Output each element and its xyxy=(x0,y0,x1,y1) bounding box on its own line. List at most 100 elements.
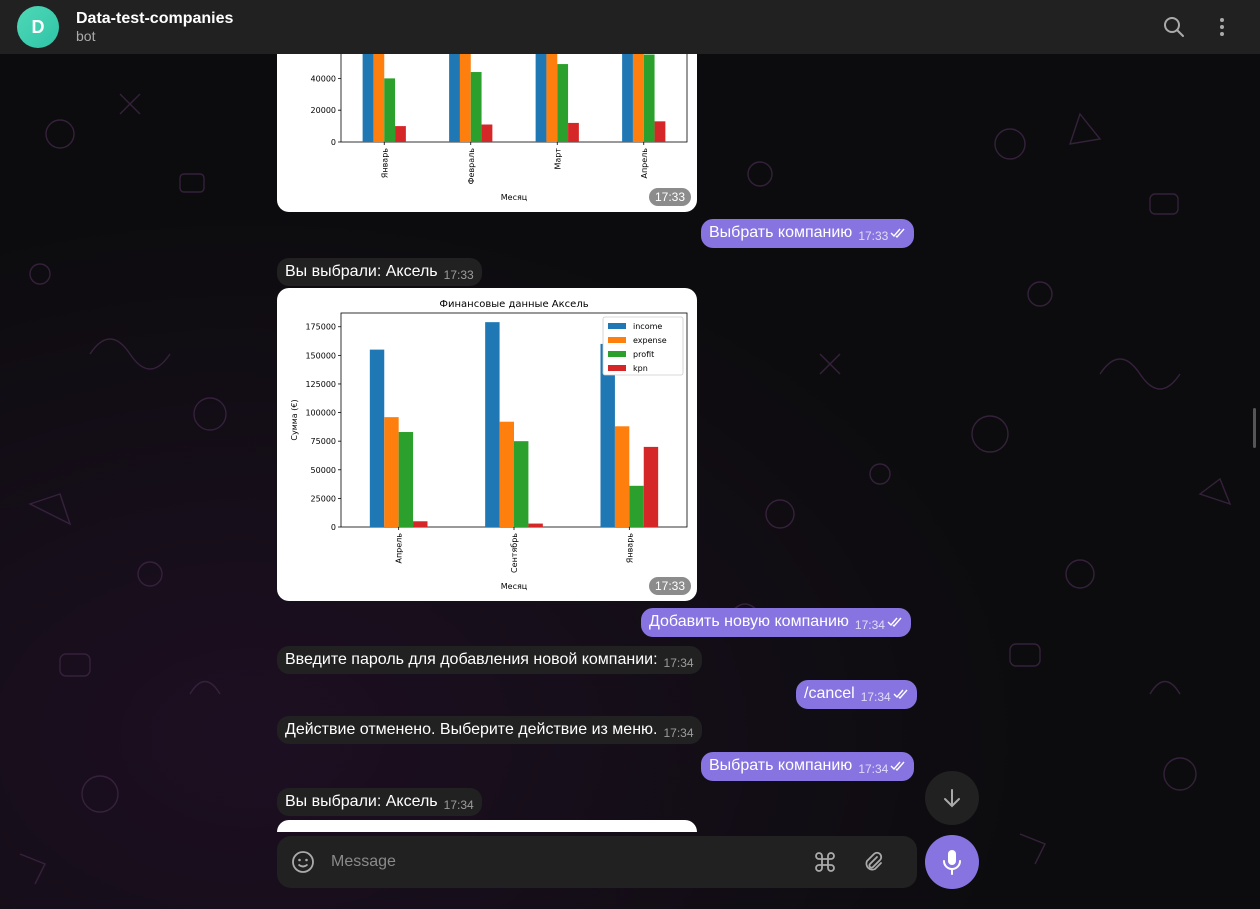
incoming-message[interactable]: Действие отменено. Выберите действие из … xyxy=(277,716,702,744)
message-time: 17:34 xyxy=(854,618,885,632)
bar-profit xyxy=(629,485,644,527)
message-composer xyxy=(277,836,917,888)
outgoing-message[interactable]: Выбрать компанию 17:33 xyxy=(701,219,915,248)
more-vertical-icon[interactable] xyxy=(1208,13,1236,41)
incoming-message[interactable]: Вы выбрали: Аксель 17:34 xyxy=(277,788,482,816)
legend-label-expense: expense xyxy=(633,336,667,345)
message-text: /cancel xyxy=(804,685,855,702)
bar-kpn xyxy=(643,446,659,527)
legend-swatch-income xyxy=(608,323,626,329)
message-time: 17:34 xyxy=(860,690,891,704)
bar-profit xyxy=(470,72,482,142)
command-icon[interactable] xyxy=(811,848,839,876)
message-time: 17:34 xyxy=(858,762,889,776)
attach-icon[interactable] xyxy=(859,848,887,876)
y-tick-label: 20000 xyxy=(311,106,336,115)
emoji-icon[interactable] xyxy=(289,848,317,876)
x-tick-label: Февраль xyxy=(467,148,476,185)
message-text: Введите пароль для добавления новой комп… xyxy=(285,651,658,668)
bar-profit xyxy=(643,54,655,142)
read-check-icon xyxy=(890,758,906,776)
bar-chart-1: Месяц0200004000060000ЯнварьФевральМартАп… xyxy=(311,30,688,202)
voice-record-button[interactable] xyxy=(925,835,979,889)
y-tick-label: 25000 xyxy=(311,494,336,503)
read-check-icon xyxy=(887,614,903,632)
message-text: Вы выбрали: Аксель xyxy=(285,263,438,280)
chat-status: bot xyxy=(76,28,96,44)
message-time: 17:33 xyxy=(443,268,474,282)
bar-expense xyxy=(499,421,514,527)
message-text: Действие отменено. Выберите действие из … xyxy=(285,721,658,738)
legend-swatch-profit xyxy=(608,351,626,357)
legend-label-profit: profit xyxy=(633,350,654,359)
x-tick-label: Сентябрь xyxy=(510,533,519,573)
bar-kpn xyxy=(481,124,493,142)
bar-income xyxy=(485,322,500,527)
legend-label-income: income xyxy=(633,322,662,331)
message-time: 17:33 xyxy=(648,188,691,206)
bar-chart-2: Финансовые данные Аксель Сумма (€) Месяц 0 2… xyxy=(290,299,688,591)
message-time: 17:34 xyxy=(663,656,694,670)
bar-profit xyxy=(514,441,529,527)
bar-kpn xyxy=(528,523,543,527)
bar-profit xyxy=(398,432,414,527)
outgoing-message[interactable]: Выбрать компанию 17:34 xyxy=(701,752,915,781)
outgoing-message[interactable]: /cancel 17:34 xyxy=(796,680,917,709)
y-axis-label: Сумма (€) xyxy=(290,399,299,440)
chart-photo-message[interactable]: Месяц0200004000060000ЯнварьФевральМартАп… xyxy=(277,30,697,212)
bar-income xyxy=(369,349,385,527)
message-time: 17:34 xyxy=(663,726,694,740)
chat-info[interactable]: Data-test-companies bot xyxy=(76,9,233,45)
y-tick-label: 175000 xyxy=(305,323,336,332)
y-tick-label: 0 xyxy=(331,138,336,147)
incoming-message[interactable]: Вы выбрали: Аксель 17:33 xyxy=(277,258,482,286)
bar-kpn xyxy=(395,126,406,142)
arrow-down-icon xyxy=(944,789,960,808)
message-time: 17:33 xyxy=(648,577,691,595)
chart-title: Финансовые данные Аксель xyxy=(439,299,588,310)
bar-expense xyxy=(614,426,630,527)
message-text: Выбрать компанию xyxy=(709,224,853,241)
bar-kpn xyxy=(568,122,579,142)
bar-kpn xyxy=(413,521,428,527)
legend-swatch-kpn xyxy=(608,365,626,371)
search-icon[interactable] xyxy=(1160,13,1188,41)
y-tick-label: 40000 xyxy=(311,74,336,83)
photo-message-partial[interactable] xyxy=(277,820,697,832)
chat-title: Data-test-companies xyxy=(76,10,234,27)
legend-label-kpn: kpn xyxy=(633,364,648,373)
y-tick-label: 0 xyxy=(331,523,336,532)
x-tick-label: Март xyxy=(553,148,562,170)
chat-header: D Data-test-companies bot xyxy=(0,0,1260,54)
microphone-icon xyxy=(943,850,961,875)
x-tick-label: Январь xyxy=(380,148,389,178)
x-tick-label: Январь xyxy=(625,533,634,563)
x-tick-label: Апрель xyxy=(640,148,649,179)
message-text: Выбрать компанию xyxy=(709,757,853,774)
x-axis-label: Месяц xyxy=(501,582,528,591)
y-tick-label: 125000 xyxy=(305,380,336,389)
bar-expense xyxy=(384,417,399,527)
y-tick-label: 75000 xyxy=(311,437,336,446)
message-time: 17:34 xyxy=(443,798,474,812)
y-tick-label: 50000 xyxy=(311,466,336,475)
avatar[interactable]: D xyxy=(17,6,59,48)
bar-profit xyxy=(384,78,396,142)
read-check-icon xyxy=(893,686,909,704)
read-check-icon xyxy=(890,225,906,243)
x-tick-label: Апрель xyxy=(395,533,404,564)
bar-kpn xyxy=(654,121,666,142)
chart-photo-message[interactable]: Финансовые данные Аксель Сумма (€) Месяц 0 2… xyxy=(277,288,697,601)
legend-swatch-expense xyxy=(608,337,626,343)
scrollbar[interactable] xyxy=(1253,408,1256,448)
x-axis-label: Месяц xyxy=(501,193,528,202)
y-tick-label: 150000 xyxy=(305,351,336,360)
message-time: 17:33 xyxy=(858,229,889,243)
message-text: Вы выбрали: Аксель xyxy=(285,793,438,810)
outgoing-message[interactable]: Добавить новую компанию 17:34 xyxy=(641,608,911,637)
incoming-message[interactable]: Введите пароль для добавления новой комп… xyxy=(277,646,702,674)
bar-profit xyxy=(557,64,569,142)
scroll-down-button[interactable] xyxy=(925,771,979,825)
message-input[interactable] xyxy=(331,853,801,871)
message-text: Добавить новую компанию xyxy=(649,613,849,630)
